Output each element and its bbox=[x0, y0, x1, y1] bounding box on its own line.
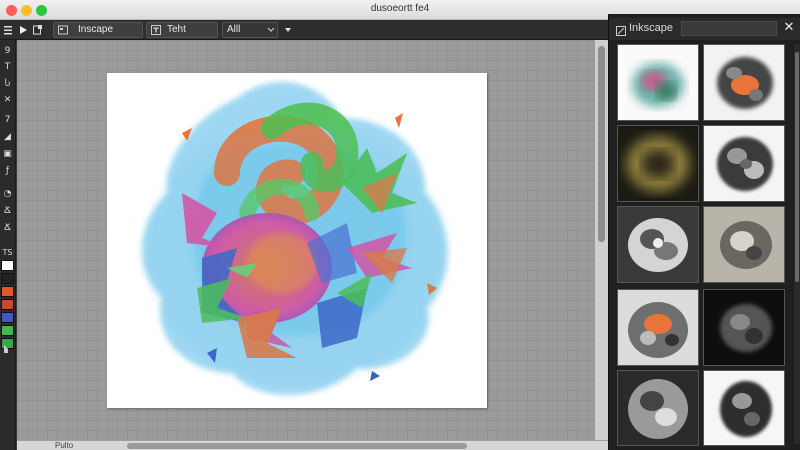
tool-5[interactable]: ◢ bbox=[0, 130, 15, 144]
horizontal-scrollbar[interactable]: Pulto bbox=[17, 440, 608, 450]
panel-scrollbar[interactable] bbox=[794, 44, 800, 444]
text-icon bbox=[150, 23, 162, 37]
text-tool[interactable]: T bbox=[0, 60, 15, 74]
play-icon[interactable] bbox=[18, 22, 30, 38]
panel-icon bbox=[615, 22, 627, 36]
tool-0[interactable]: 9 bbox=[0, 44, 15, 58]
horizontal-scroll-thumb[interactable] bbox=[127, 443, 467, 449]
thumbnail-1[interactable] bbox=[617, 44, 699, 121]
art-shard-2 bbox=[395, 113, 403, 128]
thumbnail-4[interactable] bbox=[703, 125, 785, 202]
text-field-value: Teht bbox=[167, 24, 186, 35]
app-label: Inscape bbox=[78, 24, 114, 35]
swatch-orange[interactable] bbox=[1, 286, 14, 297]
app-button[interactable]: Inscape bbox=[53, 22, 143, 38]
thumbnail-2[interactable] bbox=[703, 44, 785, 121]
close-icon[interactable]: ✕ bbox=[781, 20, 797, 36]
thumbnail-8[interactable] bbox=[703, 289, 785, 366]
thumbnail-9[interactable] bbox=[617, 370, 699, 446]
thumbnail-7[interactable] bbox=[617, 289, 699, 366]
vertical-scrollbar[interactable] bbox=[594, 40, 608, 440]
tool-6[interactable]: ▣ bbox=[0, 147, 15, 161]
art-glow bbox=[147, 123, 447, 383]
tool-9[interactable]: Ճ bbox=[0, 204, 15, 218]
swatch-blue[interactable] bbox=[1, 312, 14, 323]
thumbnail-6[interactable] bbox=[703, 206, 785, 283]
panel-header: Inkscape ✕ bbox=[609, 18, 800, 40]
panel-search-input[interactable] bbox=[681, 21, 777, 36]
status-text: Pulto bbox=[55, 441, 74, 450]
hamburger-icon[interactable] bbox=[3, 22, 15, 38]
top-toolbar: Inscape Teht Alll bbox=[0, 20, 608, 40]
tool-10[interactable]: Ճ bbox=[0, 221, 15, 235]
document-page[interactable] bbox=[107, 73, 487, 408]
tool-palette: 9 T Ⴑ ✕ 7 ◢ ▣ ƒ ◔ Ճ Ճ TS bbox=[0, 40, 16, 450]
close-tool[interactable]: ✕ bbox=[0, 93, 15, 107]
eyedropper-icon[interactable] bbox=[0, 342, 15, 356]
thumbnail-10[interactable] bbox=[703, 370, 785, 446]
inkscape-panel: Inkscape ✕ bbox=[608, 14, 800, 450]
tool-4[interactable]: 7 bbox=[0, 113, 15, 127]
dropdown-arrow-icon[interactable] bbox=[283, 22, 295, 38]
swatch-black[interactable] bbox=[1, 273, 14, 284]
tool-8[interactable]: ◔ bbox=[0, 187, 15, 201]
panel-scroll-thumb[interactable] bbox=[795, 52, 799, 282]
vertical-scroll-thumb[interactable] bbox=[598, 46, 605, 242]
swatch-white[interactable] bbox=[1, 260, 14, 271]
scope-select[interactable]: Alll bbox=[222, 22, 278, 38]
tool-2[interactable]: Ⴑ bbox=[0, 77, 15, 91]
swatch-red[interactable] bbox=[1, 299, 14, 310]
panel-title: Inkscape bbox=[629, 22, 674, 34]
window-title: dusoeortt fe4 bbox=[370, 3, 430, 14]
export-icon[interactable] bbox=[32, 22, 44, 38]
thumbnail-5[interactable] bbox=[617, 206, 699, 283]
app-icon bbox=[57, 23, 69, 37]
artwork bbox=[141, 81, 448, 395]
tool-7[interactable]: ƒ bbox=[0, 164, 15, 178]
thumbnail-3[interactable] bbox=[617, 125, 699, 202]
swatch-label: TS bbox=[2, 248, 13, 257]
swatch-green[interactable] bbox=[1, 325, 14, 336]
text-field[interactable]: Teht bbox=[146, 22, 218, 38]
art-shard-4 bbox=[370, 371, 380, 381]
scope-select-value: Alll bbox=[227, 24, 241, 35]
